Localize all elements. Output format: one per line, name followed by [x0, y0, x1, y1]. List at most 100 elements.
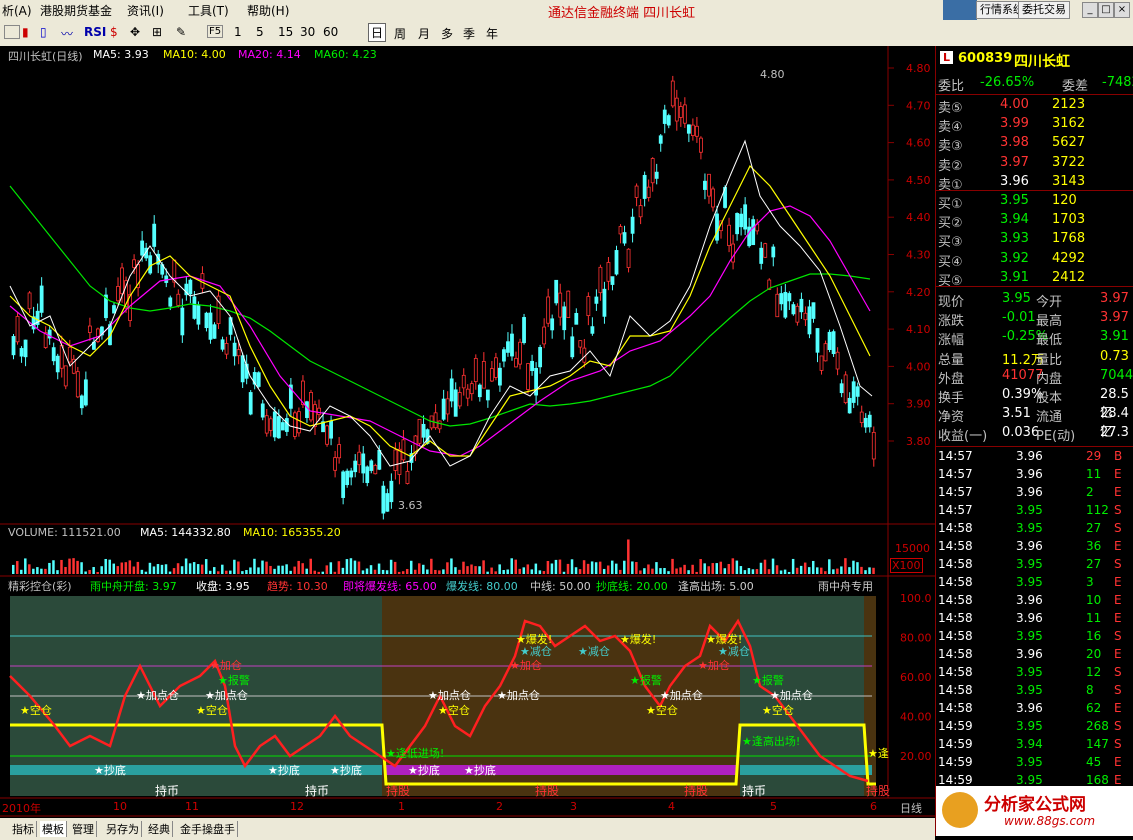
watermark-name: 分析家公式网 — [984, 795, 1086, 815]
tick-row: 14:58 3.95 27 S — [938, 521, 1122, 535]
tool-icon-1[interactable] — [4, 25, 20, 39]
volume-bar — [12, 564, 15, 574]
candle — [867, 414, 872, 428]
period-multi[interactable]: 多 — [441, 25, 453, 42]
candle — [405, 470, 410, 484]
moving-averages — [9, 139, 873, 467]
tab-manage[interactable]: 管理 — [70, 821, 97, 837]
volume-bar — [546, 560, 550, 574]
period-30[interactable]: 30 — [300, 25, 315, 39]
rsi-button[interactable]: RSI — [84, 25, 106, 39]
close-icon[interactable]: × — [1114, 2, 1130, 18]
period-season[interactable]: 季 — [463, 25, 475, 42]
trade-button[interactable]: 委托交易 — [1018, 1, 1070, 19]
menu-hk-futures[interactable]: 港股期货基金 — [40, 2, 112, 19]
volume-bar — [615, 563, 618, 574]
period-60[interactable]: 60 — [323, 25, 338, 39]
volume-bar — [787, 571, 791, 574]
volume-bar — [281, 565, 284, 574]
menu-info[interactable]: 资讯(I) — [127, 2, 164, 19]
volume-bar — [751, 569, 755, 574]
tab-classic[interactable]: 经典 — [146, 821, 173, 837]
indicator-tick: 20.00 — [900, 750, 932, 763]
sig-alarm-2: ★报警 — [630, 674, 662, 687]
ind-burst-soon: 即将爆发线: 65.00 — [343, 580, 437, 593]
candle — [610, 276, 615, 285]
candle — [224, 343, 229, 355]
candle — [240, 355, 245, 383]
dollar-icon[interactable]: $ — [110, 25, 118, 39]
candle — [75, 371, 80, 398]
volume-bar — [44, 568, 47, 574]
candle — [586, 296, 591, 317]
move-icon[interactable]: ✥ — [130, 25, 140, 39]
price-tick: 4.70 — [906, 99, 931, 112]
candle — [449, 378, 454, 402]
candle — [196, 304, 201, 325]
window-title: 通达信金融终端 四川长虹 — [548, 6, 696, 21]
volume-bar — [60, 559, 63, 574]
chart-icon[interactable]: ⊞ — [152, 25, 162, 39]
volume-bar — [803, 562, 807, 574]
tick-row: 14:57 3.96 2 E — [938, 485, 1122, 499]
bars-icon[interactable]: ▮ — [22, 25, 29, 39]
candle-icon[interactable]: ▯ — [40, 25, 47, 39]
ind-trend: 趋势: 10.30 — [267, 580, 328, 593]
maximize-icon[interactable]: □ — [1098, 2, 1114, 18]
tick-row: 14:58 3.95 16 S — [938, 629, 1122, 643]
pencil-icon[interactable]: ✎ — [176, 25, 186, 39]
volume-bar — [824, 571, 827, 574]
volume-bar — [550, 563, 554, 574]
candle — [140, 240, 145, 256]
period-1[interactable]: 1 — [234, 25, 242, 39]
volume-bar — [434, 569, 437, 574]
tab-indicator[interactable]: 指标 — [10, 821, 37, 837]
sig-burst-2: ★爆发! — [620, 633, 657, 646]
chart-area[interactable]: 4.80 4.70 4.60 4.50 4.40 4.30 4.20 4.10 4.00 3.90… — [0, 46, 935, 836]
period-month[interactable]: 月 — [418, 25, 430, 42]
flower-logo-icon — [942, 792, 978, 828]
candle — [481, 361, 486, 389]
volume-bar — [204, 559, 208, 574]
tab-save-as[interactable]: 另存为 — [104, 821, 142, 837]
tab-gold-trader[interactable]: 金手操盘手 — [178, 821, 238, 837]
volume-bar — [450, 558, 453, 574]
candle — [558, 292, 563, 318]
menu-help[interactable]: 帮助(H) — [247, 2, 289, 19]
volume-bar — [848, 567, 851, 574]
volume-bar — [522, 567, 526, 574]
indicator-name[interactable]: 精彩控仓(彩) — [8, 578, 72, 594]
menu-tools[interactable]: 工具(T) — [188, 2, 229, 19]
candle — [859, 411, 864, 423]
volume-bar — [329, 562, 333, 574]
candle — [297, 411, 301, 434]
period-week[interactable]: 周 — [394, 25, 406, 42]
volume-bar — [112, 563, 115, 574]
candle — [594, 296, 599, 304]
menu-analysis[interactable]: 析(A) — [2, 2, 32, 19]
period-5[interactable]: 5 — [256, 25, 264, 39]
candle — [510, 333, 514, 357]
volume-bar — [140, 569, 144, 574]
volume-bar — [32, 568, 35, 574]
minimize-icon[interactable]: _ — [1082, 2, 1098, 18]
volume-bar — [20, 569, 23, 574]
period-day[interactable]: 日 — [368, 23, 387, 42]
volume-bar — [108, 559, 111, 574]
indicator-tick: 60.00 — [900, 671, 932, 684]
volume-bar — [763, 559, 767, 574]
volume-bar — [671, 558, 674, 574]
tab-template[interactable]: 模板 — [40, 821, 67, 837]
candle — [690, 124, 695, 137]
volume-bar — [860, 566, 863, 574]
period-15[interactable]: 15 — [278, 25, 293, 39]
wave-icon[interactable]: 〰 — [61, 25, 73, 42]
f5-button[interactable]: F5 — [207, 25, 224, 38]
period-year[interactable]: 年 — [486, 25, 498, 42]
candle — [614, 250, 619, 275]
volume-bar — [566, 563, 570, 574]
volume-bar — [116, 566, 120, 574]
candle — [489, 368, 494, 382]
stat-row-6: 净资 3.51 流通 28.4亿 — [938, 406, 1129, 441]
sig-add-2: ★加点仓 — [205, 689, 248, 702]
